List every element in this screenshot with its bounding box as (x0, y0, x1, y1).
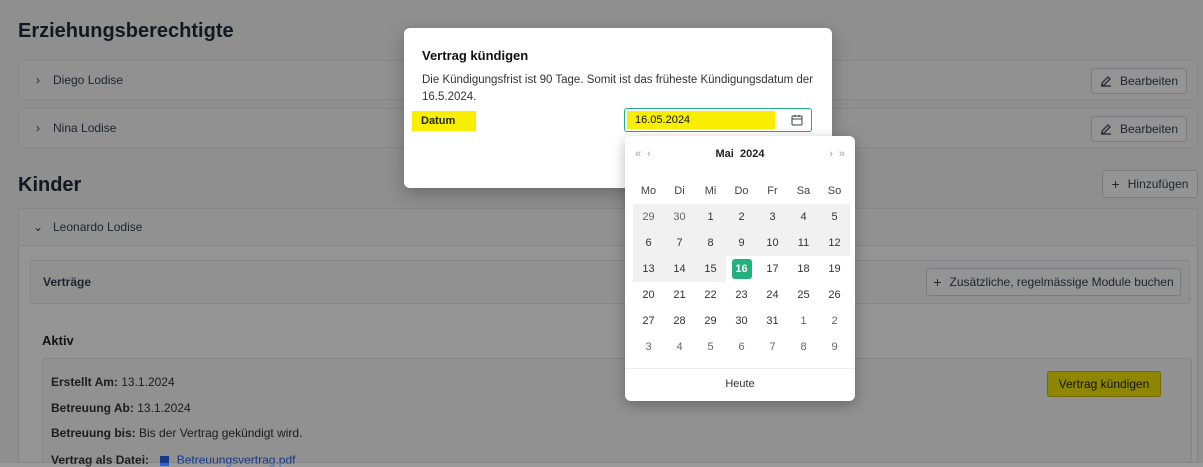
calendar-day[interactable]: 21 (664, 282, 695, 308)
next-year-button[interactable]: » (839, 148, 845, 160)
today-button[interactable]: Heute (625, 368, 855, 398)
weekday-header: So (827, 185, 842, 197)
date-field-label: Datum (412, 111, 476, 131)
calendar-day[interactable]: 2 (726, 204, 757, 230)
calendar-day[interactable]: 18 (788, 256, 819, 282)
calendar-day[interactable]: 8 (788, 334, 819, 360)
date-picker-popup: « ‹ Mai 2024 › » Mo Di Mi Do Fr Sa So 29… (625, 136, 855, 401)
calendar-day[interactable]: 9 (726, 230, 757, 256)
calendar-day[interactable]: 4 (664, 334, 695, 360)
calendar-day-selected[interactable]: 16 (726, 256, 757, 282)
weekday-header: Mo (640, 185, 657, 197)
weekday-header: Di (674, 185, 685, 197)
date-input[interactable]: 16.05.2024 (624, 108, 812, 132)
calendar-day[interactable]: 8 (695, 230, 726, 256)
calendar-day[interactable]: 1 (695, 204, 726, 230)
calendar-day[interactable]: 17 (757, 256, 788, 282)
calendar-day[interactable]: 5 (819, 204, 850, 230)
calendar-month[interactable]: Mai (716, 148, 734, 160)
calendar-day[interactable]: 27 (633, 308, 664, 334)
calendar-day[interactable]: 6 (633, 230, 664, 256)
calendar-day[interactable]: 4 (788, 204, 819, 230)
calendar-day[interactable]: 20 (633, 282, 664, 308)
calendar-day[interactable]: 14 (664, 256, 695, 282)
next-month-button[interactable]: › (829, 148, 833, 160)
weekday-header: Sa (796, 185, 811, 197)
calendar-day[interactable]: 12 (819, 230, 850, 256)
dialog-title: Vertrag kündigen (422, 48, 529, 63)
calendar-day[interactable]: 3 (633, 334, 664, 360)
calendar-day[interactable]: 2 (819, 308, 850, 334)
calendar-day[interactable]: 1 (788, 308, 819, 334)
calendar-day[interactable]: 31 (757, 308, 788, 334)
calendar-day[interactable]: 22 (695, 282, 726, 308)
calendar-day[interactable]: 7 (664, 230, 695, 256)
calendar-year[interactable]: 2024 (740, 148, 764, 160)
dialog-description: Die Kündigungsfrist ist 90 Tage. Somit i… (422, 74, 814, 103)
calendar-day[interactable]: 13 (633, 256, 664, 282)
calendar-icon[interactable] (791, 114, 803, 126)
calendar-day[interactable]: 10 (757, 230, 788, 256)
calendar-day[interactable]: 15 (695, 256, 726, 282)
selected-day-label: 16 (731, 259, 752, 279)
calendar-day[interactable]: 30 (664, 204, 695, 230)
weekday-header: Mi (704, 185, 717, 197)
weekday-header: Do (734, 185, 749, 197)
calendar-day[interactable]: 25 (788, 282, 819, 308)
weekday-header: Fr (767, 185, 778, 197)
calendar-day[interactable]: 23 (726, 282, 757, 308)
calendar-day[interactable]: 5 (695, 334, 726, 360)
calendar-day[interactable]: 7 (757, 334, 788, 360)
calendar-day[interactable]: 11 (788, 230, 819, 256)
calendar-day[interactable]: 3 (757, 204, 788, 230)
calendar-day[interactable]: 19 (819, 256, 850, 282)
calendar-month-year: Mai 2024 (625, 148, 855, 160)
calendar-day[interactable]: 26 (819, 282, 850, 308)
calendar-day[interactable]: 30 (726, 308, 757, 334)
calendar-day[interactable]: 29 (695, 308, 726, 334)
calendar-day[interactable]: 9 (819, 334, 850, 360)
calendar-day[interactable]: 29 (633, 204, 664, 230)
date-input-value: 16.05.2024 (627, 111, 775, 129)
calendar-grid: Mo Di Mi Do Fr Sa So 29 30 1 2 3 4 5 6 7… (633, 178, 850, 360)
calendar-day[interactable]: 6 (726, 334, 757, 360)
calendar-day[interactable]: 28 (664, 308, 695, 334)
calendar-day[interactable]: 24 (757, 282, 788, 308)
